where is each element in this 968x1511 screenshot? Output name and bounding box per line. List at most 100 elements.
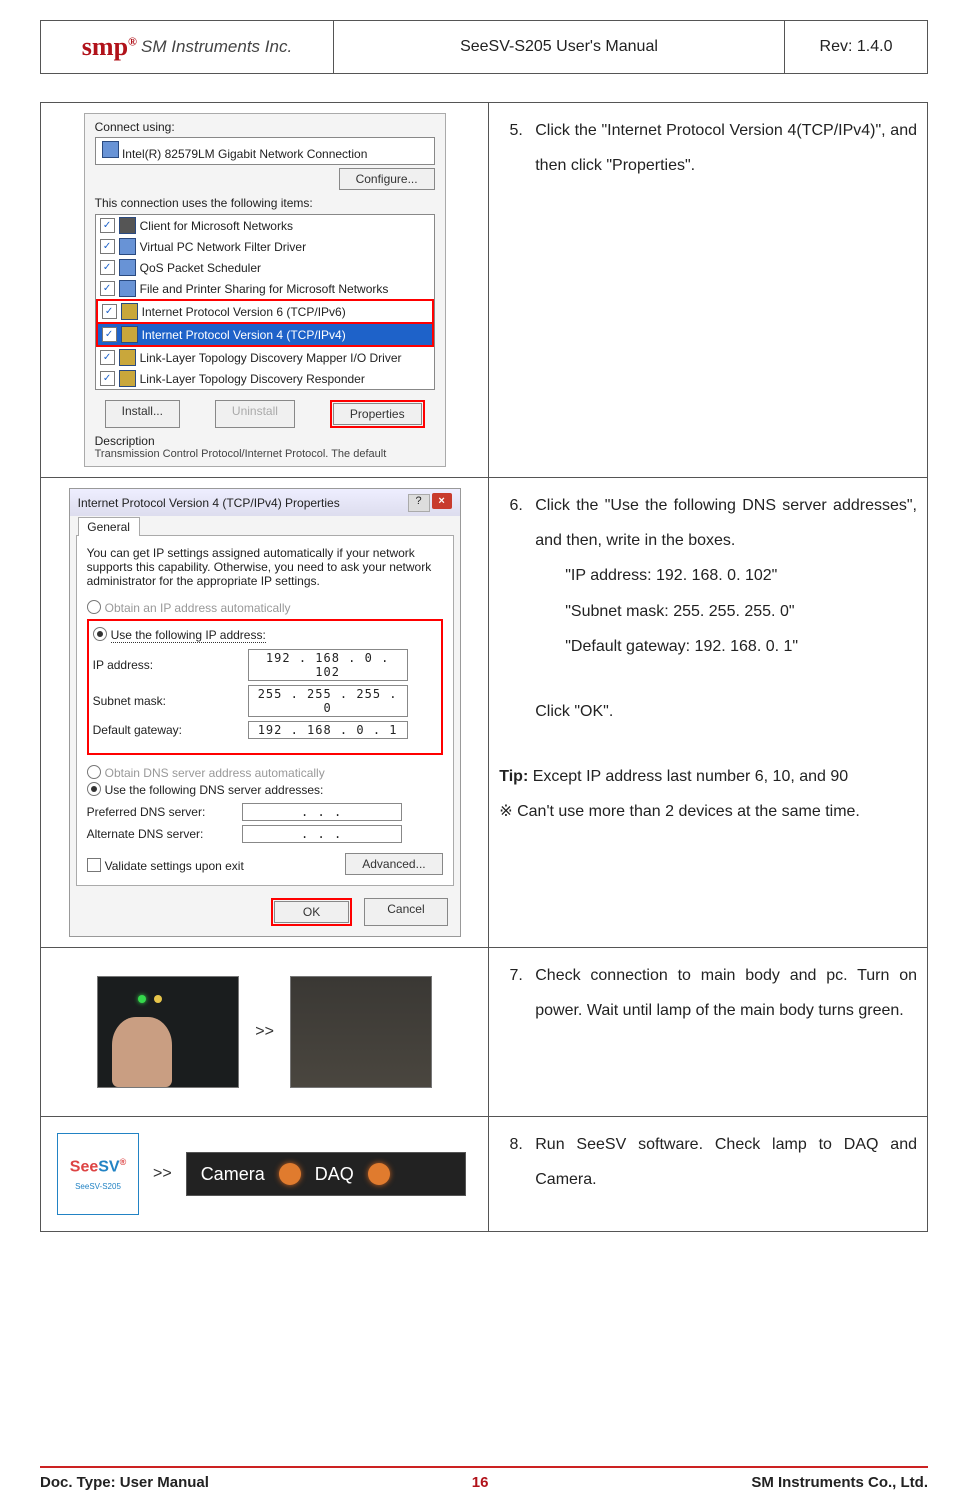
step5-text: Click the "Internet Protocol Version 4(T… — [489, 103, 928, 478]
screenshot-step7: >> — [41, 948, 489, 1117]
logo-text: SM Instruments Inc. — [141, 37, 292, 57]
logo-cell: smp® SM Instruments Inc. — [41, 21, 334, 74]
ipv6-icon — [121, 303, 138, 320]
list-item-selected[interactable]: Internet Protocol Version 4 (TCP/IPv4) — [142, 328, 346, 342]
items-label: This connection uses the following items… — [95, 196, 435, 210]
daq-lamp-icon — [368, 1163, 390, 1185]
protocol-list[interactable]: ✓ Client for Microsoft Networks ✓ Virtual … — [95, 214, 435, 390]
yellow-led-icon — [154, 995, 162, 1003]
subnet-label: Subnet mask: — [93, 694, 248, 708]
lltd-icon — [119, 349, 136, 366]
close-icon[interactable]: × — [432, 493, 452, 509]
adapter-name: Intel(R) 82579LM Gigabit Network Connect… — [122, 147, 367, 161]
step6-note: ※ Can't use more than 2 devices at the s… — [499, 794, 917, 829]
alternate-dns-label: Alternate DNS server: — [87, 827, 242, 841]
validate-checkbox[interactable] — [87, 858, 101, 872]
intro-text: You can get IP settings assigned automat… — [87, 546, 443, 588]
checkbox-icon[interactable]: ✓ — [100, 239, 115, 254]
dialog-title: Internet Protocol Version 4 (TCP/IPv4) P… — [78, 496, 340, 510]
status-bar: Camera DAQ — [186, 1152, 466, 1196]
cancel-button[interactable]: Cancel — [364, 898, 447, 926]
step7-instruction: Check connection to main body and pc. Tu… — [535, 967, 917, 1019]
list-item[interactable]: Link-Layer Topology Discovery Mapper I/O… — [140, 351, 402, 365]
tip-label: Tip: — [499, 768, 528, 785]
step8-text: Run SeeSV software. Check lamp to DAQ an… — [489, 1117, 928, 1232]
checkbox-icon[interactable]: ✓ — [100, 371, 115, 386]
ip-input[interactable]: 192 . 168 . 0 . 102 — [248, 649, 408, 681]
network-properties-dialog: Connect using: Intel(R) 82579LM Gigabit … — [84, 113, 446, 467]
ok-button[interactable]: OK — [274, 901, 349, 923]
properties-button[interactable]: Properties — [333, 403, 422, 425]
qos-icon — [119, 259, 136, 276]
power-on-photo — [97, 976, 239, 1088]
screenshot-step6: Internet Protocol Version 4 (TCP/IPv4) P… — [41, 478, 489, 948]
document-title: SeeSV-S205 User's Manual — [334, 21, 785, 74]
checkbox-icon[interactable]: ✓ — [100, 281, 115, 296]
gateway-label: Default gateway: — [93, 723, 248, 737]
daq-label: DAQ — [315, 1164, 354, 1185]
radio-obtain-dns — [87, 765, 101, 779]
nic-icon — [102, 141, 119, 158]
arrow-icon: >> — [255, 1023, 274, 1041]
description-label: Description — [95, 434, 435, 448]
obtain-dns-label: Obtain DNS server address automatically — [105, 766, 325, 780]
appname-b: SV — [98, 1158, 119, 1175]
step6-subnet: "Subnet mask: 255. 255. 255. 0" — [565, 594, 917, 629]
step6-gateway: "Default gateway: 192. 168. 0. 1" — [565, 629, 917, 664]
ip-label: IP address: — [93, 658, 248, 672]
page-number: 16 — [472, 1474, 489, 1491]
install-button[interactable]: Install... — [105, 400, 180, 428]
subnet-input[interactable]: 255 . 255 . 255 . 0 — [248, 685, 408, 717]
uninstall-button: Uninstall — [215, 400, 295, 428]
tip-text: Except IP address last number 6, 10, and… — [528, 768, 848, 785]
radio-obtain-ip — [87, 600, 101, 614]
step6-click-ok: Click "OK". — [535, 694, 917, 729]
device-photo — [290, 976, 432, 1088]
checkbox-icon[interactable]: ✓ — [102, 327, 117, 342]
radio-use-ip[interactable] — [93, 627, 107, 641]
help-icon[interactable]: ? — [408, 494, 430, 512]
adapter-box[interactable]: Intel(R) 82579LM Gigabit Network Connect… — [95, 137, 435, 165]
logo-brand: smp® — [82, 34, 137, 60]
camera-lamp-icon — [279, 1163, 301, 1185]
footer-divider — [40, 1466, 928, 1468]
configure-button[interactable]: Configure... — [339, 168, 435, 190]
screenshot-step8: SeeSV® SeeSV-S205 >> Camera DAQ — [41, 1117, 489, 1232]
general-tab[interactable]: General — [78, 517, 140, 536]
ipv4-properties-dialog: Internet Protocol Version 4 (TCP/IPv4) P… — [69, 488, 461, 937]
screenshot-step5: Connect using: Intel(R) 82579LM Gigabit … — [41, 103, 489, 478]
alternate-dns-input[interactable]: . . . — [242, 825, 402, 843]
preferred-dns-input[interactable]: . . . — [242, 803, 402, 821]
list-item[interactable]: Client for Microsoft Networks — [140, 219, 293, 233]
green-led-icon — [138, 995, 146, 1003]
lltd2-icon — [119, 370, 136, 387]
obtain-ip-label: Obtain an IP address automatically — [105, 601, 291, 615]
checkbox-icon[interactable]: ✓ — [100, 350, 115, 365]
advanced-button[interactable]: Advanced... — [345, 853, 442, 875]
list-item[interactable]: QoS Packet Scheduler — [140, 261, 261, 275]
use-ip-label: Use the following IP address: — [111, 628, 266, 643]
appname-a: See — [70, 1158, 98, 1175]
doc-type: Doc. Type: User Manual — [40, 1474, 209, 1491]
list-item[interactable]: Virtual PC Network Filter Driver — [140, 240, 306, 254]
description-text: Transmission Control Protocol/Internet P… — [95, 448, 435, 460]
list-item[interactable]: Link-Layer Topology Discovery Responder — [140, 372, 365, 386]
document-header: smp® SM Instruments Inc. SeeSV-S205 User… — [40, 20, 928, 74]
finger-icon — [112, 1017, 172, 1087]
checkbox-icon[interactable]: ✓ — [102, 304, 117, 319]
checkbox-icon[interactable]: ✓ — [100, 260, 115, 275]
list-item[interactable]: File and Printer Sharing for Microsoft N… — [140, 282, 389, 296]
content-table: Connect using: Intel(R) 82579LM Gigabit … — [40, 102, 928, 1232]
app-subtitle: SeeSV-S205 — [75, 1182, 121, 1191]
radio-use-dns[interactable] — [87, 782, 101, 796]
list-item[interactable]: Internet Protocol Version 6 (TCP/IPv6) — [142, 305, 346, 319]
validate-label: Validate settings upon exit — [105, 859, 244, 873]
connect-using-label: Connect using: — [95, 120, 435, 134]
step6-line1: Click the "Use the following DNS server … — [535, 488, 917, 558]
camera-label: Camera — [201, 1164, 265, 1185]
gateway-input[interactable]: 192 . 168 . 0 . 1 — [248, 721, 408, 739]
ipv4-icon — [121, 326, 138, 343]
document-footer: Doc. Type: User Manual 16 SM Instruments… — [0, 1466, 968, 1491]
checkbox-icon[interactable]: ✓ — [100, 218, 115, 233]
seesv-app-icon[interactable]: SeeSV® SeeSV-S205 — [57, 1133, 139, 1215]
